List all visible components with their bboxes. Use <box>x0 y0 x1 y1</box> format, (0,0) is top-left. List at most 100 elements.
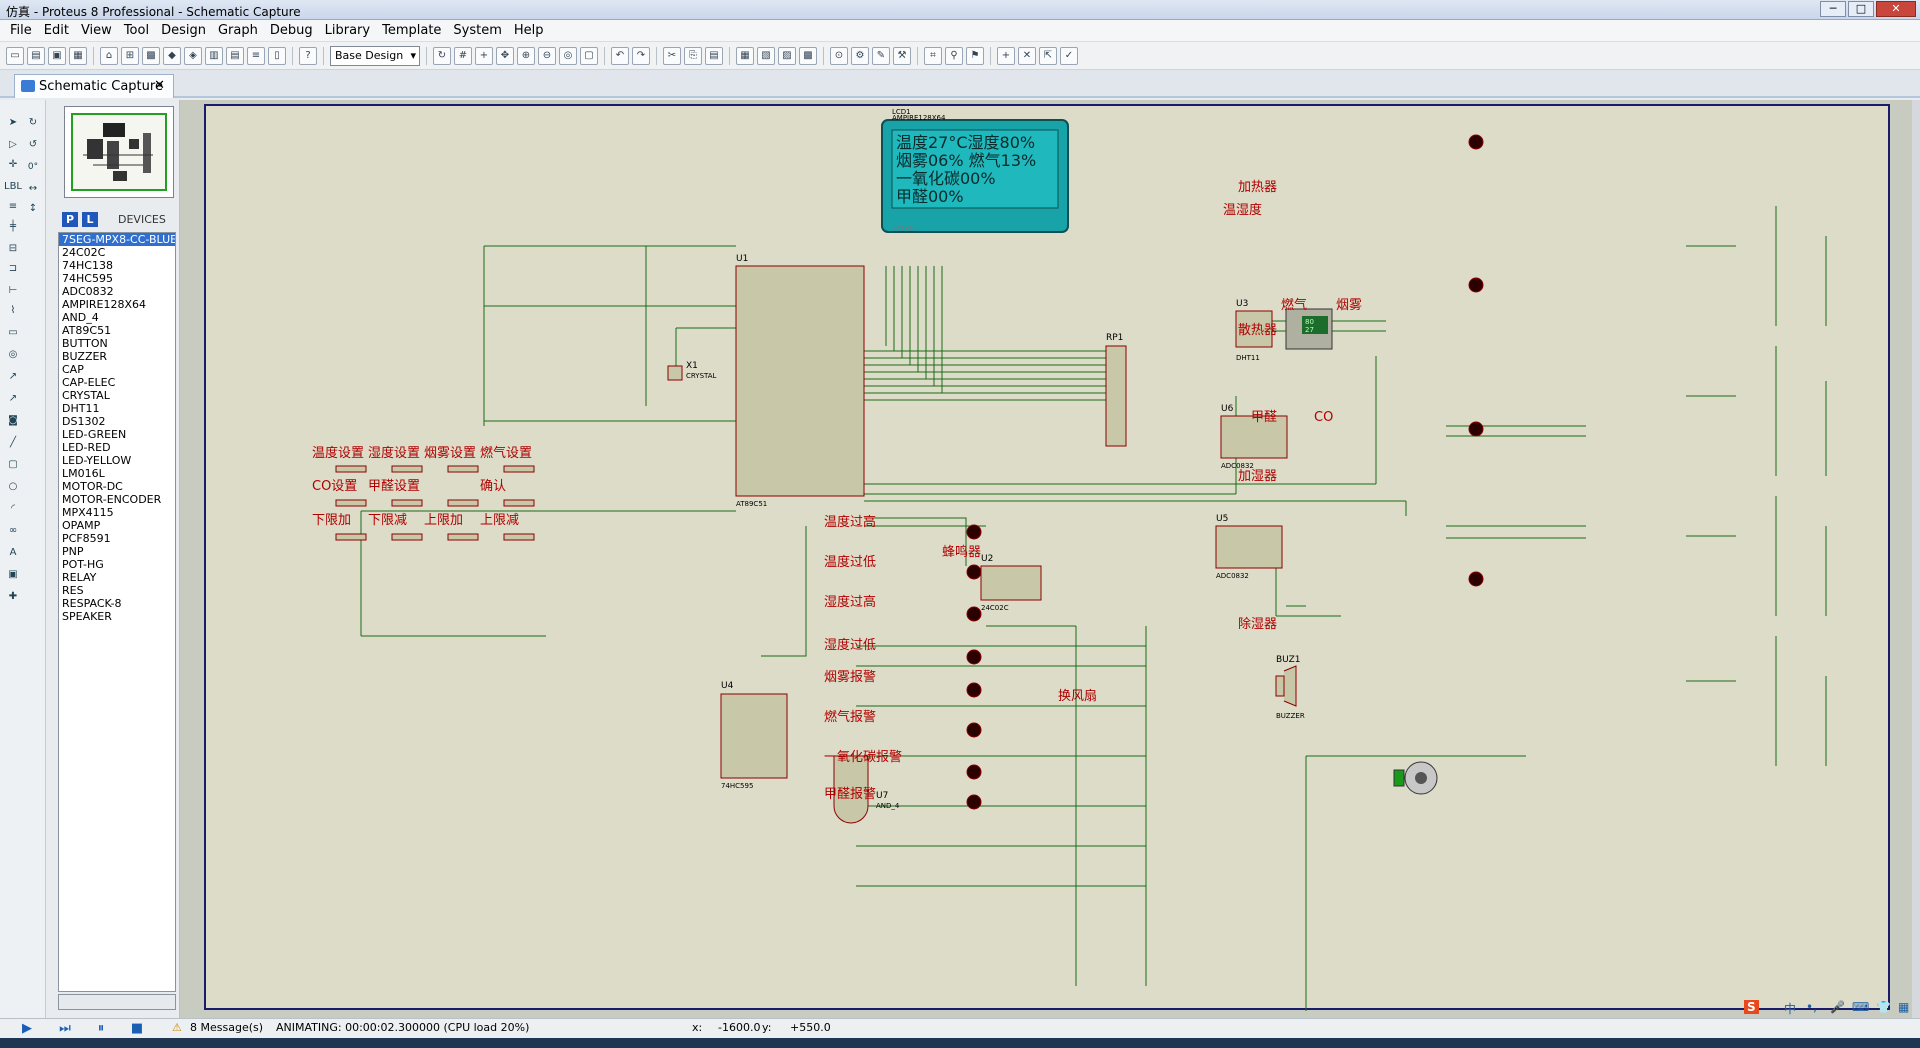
grid-icon[interactable]: # <box>454 46 472 65</box>
overview-viewport[interactable] <box>71 113 167 191</box>
paste-icon[interactable]: ▤ <box>705 46 723 65</box>
device-list-item[interactable]: BUTTON <box>59 337 175 350</box>
new-sheet-icon[interactable]: + <box>997 46 1015 65</box>
device-list-item[interactable]: LED-YELLOW <box>59 454 175 467</box>
bom-icon[interactable]: ▤ <box>226 46 244 65</box>
undo-icon[interactable]: ↶ <box>611 46 629 65</box>
schematic-canvas[interactable]: LCD1 AMPIRE128X64 温度27°C湿度80% 烟雾06% 燃气13… <box>180 100 1920 1018</box>
device-list-item[interactable]: OPAMP <box>59 519 175 532</box>
menu-help[interactable]: Help <box>508 20 550 41</box>
rotate-clockwise-icon[interactable]: ↻ <box>24 114 42 132</box>
zoom-area-icon[interactable]: ▢ <box>580 46 598 65</box>
mirror-y-icon[interactable]: ↕ <box>24 200 42 218</box>
device-list-item[interactable]: 24C02C <box>59 246 175 259</box>
line-icon[interactable]: ╱ <box>4 434 22 452</box>
cut-icon[interactable]: ✂ <box>663 46 681 65</box>
pcb-icon[interactable]: ▩ <box>142 46 160 65</box>
design-explorer-icon[interactable]: ▥ <box>205 46 223 65</box>
electrical-rule-check-icon[interactable]: ✓ <box>1060 46 1078 65</box>
device-list-item[interactable]: MOTOR-ENCODER <box>59 493 175 506</box>
block-move-icon[interactable]: ▧ <box>757 46 775 65</box>
exit-to-parent-icon[interactable]: ⇱ <box>1039 46 1057 65</box>
schematic-sheet[interactable]: LCD1 AMPIRE128X64 温度27°C湿度80% 烟雾06% 燃气13… <box>204 104 1890 1011</box>
terminals-icon[interactable]: ⊐ <box>4 260 22 278</box>
circle-icon[interactable]: ○ <box>4 478 22 496</box>
minimize-button[interactable]: ─ <box>1820 1 1846 17</box>
device-list-item[interactable]: MPX4115 <box>59 506 175 519</box>
component-mode-icon[interactable]: ▷ <box>4 136 22 154</box>
device-list-item[interactable]: 74HC138 <box>59 259 175 272</box>
close-button[interactable]: ✕ <box>1876 1 1916 17</box>
property-tool-icon[interactable]: ⚑ <box>966 46 984 65</box>
packaging-tool-icon[interactable]: ✎ <box>872 46 890 65</box>
push-button[interactable] <box>391 499 423 507</box>
stop-icon[interactable]: ■ <box>128 1021 146 1037</box>
device-list-item[interactable]: DS1302 <box>59 415 175 428</box>
menu-library[interactable]: Library <box>319 20 376 41</box>
subcircuit-icon[interactable]: ⊟ <box>4 240 22 258</box>
device-list-item[interactable]: POT-HG <box>59 558 175 571</box>
graph-mode-icon[interactable]: ⌇ <box>4 302 22 320</box>
schematic-icon[interactable]: ⊞ <box>121 46 139 65</box>
menu-template[interactable]: Template <box>376 20 447 41</box>
tab-close-icon[interactable]: ✕ <box>154 78 165 93</box>
redo-icon[interactable]: ↷ <box>632 46 650 65</box>
menu-view[interactable]: View <box>75 20 118 41</box>
virtual-instrument-icon[interactable]: ◙ <box>4 412 22 430</box>
push-button[interactable] <box>503 465 535 473</box>
device-list-item[interactable]: LM016L <box>59 467 175 480</box>
menu-graph[interactable]: Graph <box>212 20 264 41</box>
overview-window[interactable] <box>64 106 174 198</box>
buses-icon[interactable]: ╪ <box>4 218 22 236</box>
device-list-item[interactable]: RELAY <box>59 571 175 584</box>
device-list-item[interactable]: LED-RED <box>59 441 175 454</box>
step-icon[interactable]: ⏭ <box>56 1021 74 1037</box>
device-list-item[interactable]: CRYSTAL <box>59 389 175 402</box>
menu-system[interactable]: System <box>447 20 507 41</box>
3d-icon[interactable]: ◆ <box>163 46 181 65</box>
marker-icon[interactable]: ✚ <box>4 588 22 606</box>
generator-icon[interactable]: ◎ <box>4 346 22 364</box>
device-list-item[interactable]: SPEAKER <box>59 610 175 623</box>
push-button[interactable] <box>503 533 535 541</box>
home-icon[interactable]: ⌂ <box>100 46 118 65</box>
copy-icon[interactable]: ⎘ <box>684 46 702 65</box>
zoom-all-icon[interactable]: ◎ <box>559 46 577 65</box>
ime-language[interactable]: 中 <box>1784 1000 1796 1017</box>
device-list-item[interactable]: CAP <box>59 363 175 376</box>
keyboard-icon[interactable]: ⌨ <box>1852 1000 1869 1014</box>
device-list-item[interactable]: MOTOR-DC <box>59 480 175 493</box>
block-copy-icon[interactable]: ▦ <box>736 46 754 65</box>
messages-count[interactable]: 8 Message(s) <box>190 1021 263 1034</box>
push-button[interactable] <box>335 499 367 507</box>
block-rotate-icon[interactable]: ▨ <box>778 46 796 65</box>
push-button[interactable] <box>503 499 535 507</box>
path-icon[interactable]: ∞ <box>4 522 22 540</box>
pick-devices-button[interactable]: P <box>62 212 78 227</box>
rotation-angle[interactable]: 0° <box>24 158 42 176</box>
wire-label-icon[interactable]: LBL <box>4 178 22 196</box>
library-manager-button[interactable]: L <box>82 212 98 227</box>
gerber-icon[interactable]: ◈ <box>184 46 202 65</box>
zoom-out-icon[interactable]: ⊖ <box>538 46 556 65</box>
play-icon[interactable]: ▶ <box>18 1021 36 1037</box>
junction-dot-icon[interactable]: ✛ <box>4 156 22 174</box>
device-list-item[interactable]: AT89C51 <box>59 324 175 337</box>
search-icon[interactable]: ⚲ <box>945 46 963 65</box>
device-list[interactable]: 7SEG-MPX8-CC-BLUE 24C02C 74HC138 74HC595 ADC… <box>58 232 176 992</box>
tab-schematic-capture[interactable]: Schematic Capture ✕ <box>14 74 174 98</box>
arc-icon[interactable]: ◜ <box>4 500 22 518</box>
device-list-item[interactable]: RES <box>59 584 175 597</box>
text-icon[interactable]: A <box>4 544 22 562</box>
device-list-item[interactable]: LED-GREEN <box>59 428 175 441</box>
help-icon[interactable]: ? <box>299 46 317 65</box>
ime-punctuation-icon[interactable]: •, <box>1806 1000 1817 1014</box>
device-list-item[interactable]: PNP <box>59 545 175 558</box>
menu-tool[interactable]: Tool <box>118 20 155 41</box>
menu-debug[interactable]: Debug <box>264 20 319 41</box>
mirror-x-icon[interactable]: ↔ <box>24 180 42 198</box>
push-button[interactable] <box>335 465 367 473</box>
save-icon[interactable]: ▣ <box>48 46 66 65</box>
source-code-icon[interactable]: ≡ <box>247 46 265 65</box>
save-all-icon[interactable]: ▦ <box>69 46 87 65</box>
